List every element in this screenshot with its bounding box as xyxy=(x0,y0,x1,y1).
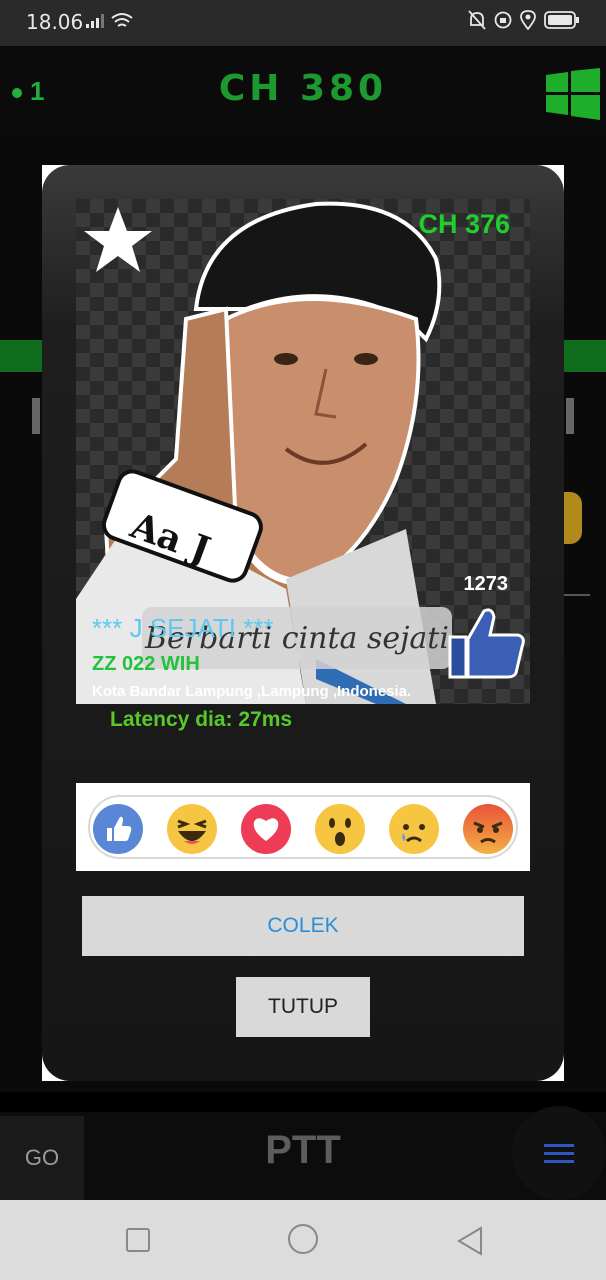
angry-reaction-icon[interactable] xyxy=(462,803,514,855)
haha-reaction-icon[interactable] xyxy=(166,803,218,855)
favorite-star-icon[interactable] xyxy=(82,205,154,275)
background-line xyxy=(564,594,590,596)
menu-icon-line xyxy=(544,1160,574,1163)
windows-logo-icon[interactable] xyxy=(546,68,600,120)
latency-label: Latency dia: 27ms xyxy=(110,708,293,731)
mute-bell-icon xyxy=(468,10,486,30)
profile-channel: CH 376 xyxy=(418,209,510,239)
menu-icon-line xyxy=(544,1152,574,1155)
colek-button[interactable]: COLEK xyxy=(82,896,524,956)
recents-icon[interactable] xyxy=(126,1228,150,1252)
reactions-pill xyxy=(88,795,518,859)
status-time: 18.06 xyxy=(26,10,84,34)
sad-reaction-icon[interactable] xyxy=(388,803,440,855)
wifi-icon xyxy=(111,13,133,27)
location-icon xyxy=(520,10,536,30)
status-bar: 18.06 xyxy=(0,0,606,46)
battery-icon xyxy=(544,11,579,29)
love-reaction-icon[interactable] xyxy=(240,803,292,855)
system-nav-bar xyxy=(0,1200,606,1280)
tutup-button[interactable]: TUTUP xyxy=(236,977,370,1037)
user-callsign: ZZ 022 WIH xyxy=(92,653,200,675)
back-icon[interactable] xyxy=(456,1226,484,1256)
data-saver-icon xyxy=(494,11,512,29)
app-bar: 1 CH 380 xyxy=(0,46,606,132)
reactions-panel xyxy=(76,783,530,871)
menu-icon-line xyxy=(544,1144,574,1147)
channel-title: CH 380 xyxy=(218,68,388,109)
user-name: *** J SEJATI *** xyxy=(92,613,274,643)
menu-button[interactable] xyxy=(512,1106,606,1200)
thumbs-up-icon[interactable] xyxy=(446,607,526,679)
likes-count: 1273 xyxy=(463,573,509,595)
background-divider-right xyxy=(566,398,574,434)
like-reaction-icon[interactable] xyxy=(92,803,144,855)
wow-reaction-icon[interactable] xyxy=(314,803,366,855)
profile-photo: Aa J CH 376 1273 Berbarti cinta sejati *… xyxy=(76,199,530,704)
signal-icon xyxy=(86,14,104,28)
home-icon[interactable] xyxy=(288,1224,318,1254)
user-location: Kota Bandar Lampung ,Lampung ,Indonesia. xyxy=(92,683,412,700)
background-divider-left xyxy=(32,398,40,434)
